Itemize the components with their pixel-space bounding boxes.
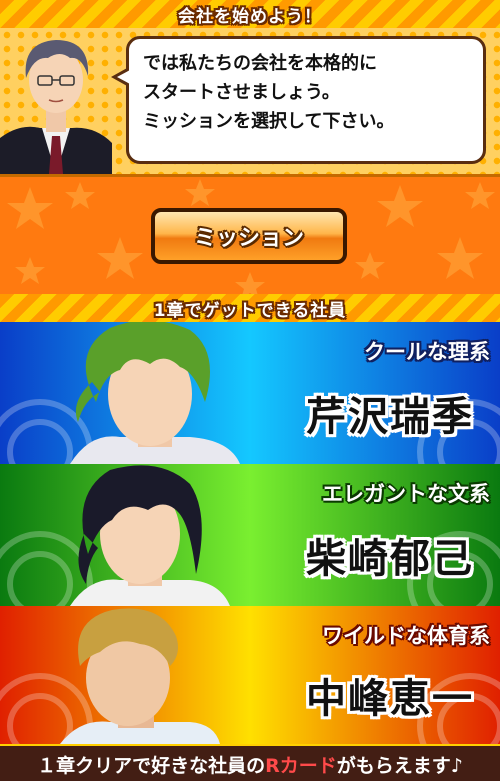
employee-card-serizawa[interactable]: クールな理系 芹沢瑞季: [0, 322, 500, 464]
dialog-line: では私たちの会社を本格的に: [143, 53, 377, 74]
r-card-highlight: Rカード: [265, 755, 337, 777]
employee-name: 芹沢瑞季: [306, 394, 474, 440]
footer-text-after: がもらえます♪: [336, 755, 463, 777]
footer-text-before: １章クリアで好きな社員の: [37, 755, 266, 777]
mission-panel: ミッション: [0, 177, 500, 294]
employee-name: 中峰恵一: [306, 676, 474, 722]
dialog-line: ミッションを選択して下さい。: [143, 111, 395, 132]
employee-banner: 1章でゲットできる社員: [0, 294, 500, 324]
mission-button-label: ミッション: [193, 226, 304, 251]
game-screen: 会社を始めよう！ では私たちの会社を本格的に スタートさせましょう。 ミッション…: [0, 0, 500, 781]
reward-info-footer: １章クリアで好きな社員のRカードがもらえます♪: [0, 744, 500, 781]
mission-button[interactable]: ミッション: [151, 208, 347, 264]
employee-type: クールな理系: [364, 340, 490, 364]
employee-name: 柴崎郁己: [306, 536, 474, 582]
employee-type: ワイルドな体育系: [322, 624, 490, 648]
employee-type: エレガントな文系: [322, 482, 490, 506]
employee-card-nakamine[interactable]: ワイルドな体育系 中峰恵一: [0, 606, 500, 744]
employee-banner-title: 1章でゲットできる社員: [153, 300, 347, 321]
dialog-panel: では私たちの会社を本格的に スタートさせましょう。 ミッションを選択して下さい。: [0, 28, 500, 177]
secretary-portrait: [0, 40, 112, 174]
speech-bubble: では私たちの会社を本格的に スタートさせましょう。 ミッションを選択して下さい。: [111, 36, 486, 164]
employee-card-shibasaki[interactable]: エレガントな文系 柴崎郁己: [0, 464, 500, 606]
dialog-line: スタートさせましょう。: [143, 82, 340, 103]
start-company-banner: 会社を始めよう！: [0, 0, 500, 30]
footer-text: １章クリアで好きな社員のRカードがもらえます♪: [37, 751, 463, 778]
banner-title: 会社を始めよう！: [178, 6, 322, 27]
